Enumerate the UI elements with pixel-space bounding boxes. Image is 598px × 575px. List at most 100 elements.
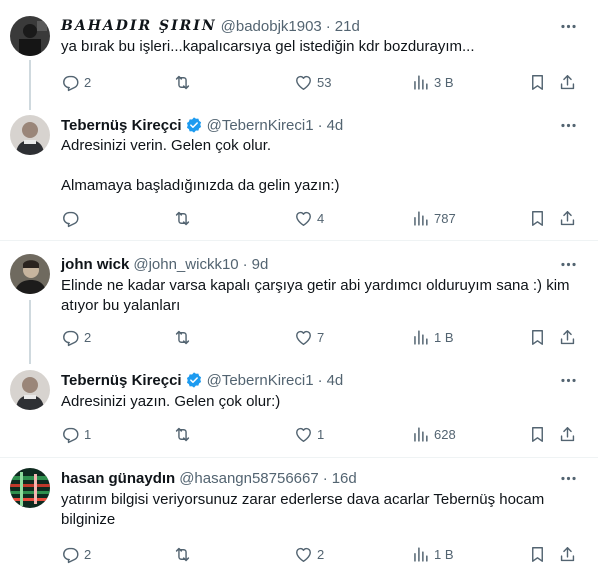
like-icon (296, 427, 311, 442)
views-button[interactable]: 3 B (411, 72, 454, 92)
share-button[interactable] (558, 424, 577, 444)
reply-count: 2 (84, 546, 92, 562)
timestamp[interactable]: 16d (332, 470, 357, 487)
tweet-john-wick[interactable]: john wick @john_wickk10 · 9d Elinde ne k… (0, 241, 598, 364)
reply-button[interactable] (61, 208, 84, 228)
reply-button[interactable]: 2 (61, 327, 91, 347)
tweet-line: bilginize (61, 511, 116, 528)
views-count: 3 B (434, 74, 454, 90)
tweet-bahadir[interactable]: BAHADIR ŞIRIN @badobjk1903 · 21d ya bıra… (0, 0, 598, 110)
share-button[interactable] (558, 72, 577, 92)
tweet-line (61, 156, 581, 176)
share-icon (560, 546, 575, 561)
tweet-line: Adresinizi verin. Gelen çok olur. (61, 137, 272, 154)
reply-icon (63, 330, 79, 346)
views-icon (414, 546, 428, 562)
tweet-tebernus-2[interactable]: Tebernüş Kireçci @TebernKireci1 · 4d Adr… (0, 364, 598, 460)
views-button[interactable]: 1 B (411, 544, 454, 564)
bookmark-icon (532, 426, 543, 442)
views-count: 628 (434, 426, 456, 442)
tweet-line: ya bırak bu işleri...kapalıcarsıya gel i… (61, 38, 475, 55)
reply-button[interactable]: 2 (61, 544, 91, 564)
views-button[interactable]: 628 (411, 424, 456, 444)
like-icon (296, 75, 311, 90)
author-name[interactable]: hasan günaydın (61, 470, 175, 487)
author-handle[interactable]: @TebernKireci1 (207, 372, 314, 389)
author-handle[interactable]: @badobjk1903 (221, 18, 322, 35)
views-count: 787 (434, 210, 456, 226)
repost-icon (175, 427, 190, 441)
timestamp[interactable]: 21d (335, 18, 360, 35)
tweet-text: Elinde ne kadar varsa kapalı çarşıya get… (61, 276, 581, 316)
repost-button[interactable] (173, 208, 196, 228)
avatar[interactable] (10, 468, 50, 508)
repost-button[interactable] (173, 72, 196, 92)
like-icon (296, 330, 311, 345)
separator-dot: · (317, 371, 323, 389)
more-icon[interactable] (558, 254, 578, 274)
reply-icon (63, 427, 79, 443)
share-button[interactable] (558, 327, 577, 347)
repost-icon (175, 547, 190, 561)
action-bar: 2 7 1 B (61, 327, 581, 347)
more-icon[interactable] (558, 16, 578, 36)
timestamp[interactable]: 4d (327, 117, 344, 134)
more-icon[interactable] (558, 370, 578, 390)
bookmark-button[interactable] (528, 208, 547, 228)
like-button[interactable]: 2 (294, 544, 324, 564)
separator-dot: · (317, 116, 323, 134)
bookmark-button[interactable] (528, 544, 547, 564)
bookmark-button[interactable] (528, 72, 547, 92)
repost-button[interactable] (173, 327, 196, 347)
like-button[interactable]: 1 (294, 424, 324, 444)
tweet-line: Elinde ne kadar varsa kapalı çarşıya get… (61, 277, 570, 294)
author-handle[interactable]: @TebernKireci1 (207, 117, 314, 134)
like-button[interactable]: 7 (294, 327, 324, 347)
tweet-hasan[interactable]: hasan günaydın @hasangn58756667 · 16d ya… (0, 458, 598, 575)
avatar[interactable] (10, 370, 50, 410)
repost-button[interactable] (173, 544, 196, 564)
more-icon[interactable] (558, 115, 578, 135)
views-button[interactable]: 1 B (411, 327, 454, 347)
verified-icon (185, 116, 203, 134)
author-name[interactable]: Tebernüş Kireçci (61, 117, 182, 134)
share-icon (560, 210, 575, 225)
timestamp[interactable]: 4d (327, 372, 344, 389)
bookmark-button[interactable] (528, 424, 547, 444)
share-icon (560, 74, 575, 89)
views-button[interactable]: 787 (411, 208, 456, 228)
avatar[interactable] (10, 115, 50, 155)
repost-button[interactable] (173, 424, 196, 444)
action-bar: 2 53 3 B (61, 72, 581, 92)
share-icon (560, 426, 575, 441)
like-button[interactable]: 53 (294, 72, 331, 92)
avatar[interactable] (10, 254, 50, 294)
views-count: 1 B (434, 546, 454, 562)
avatar[interactable] (10, 16, 50, 56)
like-icon (296, 547, 311, 562)
action-bar: 4 787 (61, 208, 581, 228)
reply-button[interactable]: 2 (61, 72, 91, 92)
like-count: 53 (317, 74, 332, 90)
like-icon (296, 211, 311, 226)
bookmark-icon (532, 210, 543, 226)
author-handle[interactable]: @hasangn58756667 (179, 470, 319, 487)
share-button[interactable] (558, 544, 577, 564)
thread-line (29, 300, 31, 364)
author-name[interactable]: BAHADIR ŞIRIN (61, 18, 217, 34)
author-handle[interactable]: @john_wickk10 (133, 256, 238, 273)
like-count: 4 (317, 210, 325, 226)
timestamp[interactable]: 9d (252, 256, 269, 273)
author-name[interactable]: john wick (61, 256, 129, 273)
action-bar: 2 2 1 B (61, 544, 581, 564)
reply-button[interactable]: 1 (61, 424, 91, 444)
tweet-text: Adresinizi verin. Gelen çok olur. Almama… (61, 136, 581, 196)
author-name[interactable]: Tebernüş Kireçci (61, 372, 182, 389)
separator-dot: · (322, 469, 328, 487)
more-icon[interactable] (558, 468, 578, 488)
bookmark-button[interactable] (528, 327, 547, 347)
reply-timeline: BAHADIR ŞIRIN @badobjk1903 · 21d ya bıra… (0, 0, 598, 575)
tweet-tebernus-1[interactable]: Tebernüş Kireçci @TebernKireci1 · 4d Adr… (0, 106, 598, 242)
share-button[interactable] (558, 208, 577, 228)
like-button[interactable]: 4 (294, 208, 324, 228)
